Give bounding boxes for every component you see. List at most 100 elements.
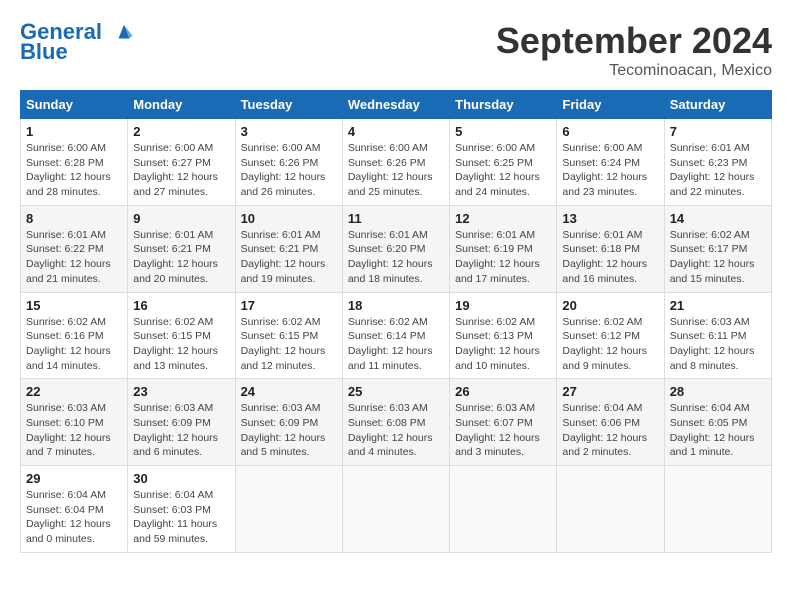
calendar-cell: 11Sunrise: 6:01 AM Sunset: 6:20 PM Dayli…: [342, 205, 449, 292]
day-info: Sunrise: 6:04 AM Sunset: 6:03 PM Dayligh…: [133, 488, 229, 547]
header-tuesday: Tuesday: [235, 91, 342, 119]
calendar-cell: 12Sunrise: 6:01 AM Sunset: 6:19 PM Dayli…: [450, 205, 557, 292]
calendar-cell: [450, 466, 557, 553]
calendar-cell: 1 Sunrise: 6:00 AM Sunset: 6:28 PM Daylig…: [21, 119, 128, 206]
calendar-cell: 15 Sunrise: 6:02 AM Sunset: 6:16 PM Dayli…: [21, 292, 128, 379]
calendar-cell: 18Sunrise: 6:02 AM Sunset: 6:14 PM Dayli…: [342, 292, 449, 379]
calendar-cell: 7 Sunrise: 6:01 AM Sunset: 6:23 PM Daylig…: [664, 119, 771, 206]
calendar-cell: 20 Sunrise: 6:02 AM Sunset: 6:12 PM Dayli…: [557, 292, 664, 379]
day-number: 13: [562, 211, 658, 226]
day-info: Sunrise: 6:01 AM Sunset: 6:21 PM Dayligh…: [133, 228, 229, 287]
calendar-cell: 6 Sunrise: 6:00 AM Sunset: 6:24 PM Daylig…: [557, 119, 664, 206]
calendar-table: SundayMondayTuesdayWednesdayThursdayFrid…: [20, 90, 772, 553]
day-info: Sunrise: 6:00 AM Sunset: 6:28 PM Dayligh…: [26, 141, 122, 200]
day-number: 27: [562, 384, 658, 399]
day-number: 22: [26, 384, 122, 399]
week-row-3: 15 Sunrise: 6:02 AM Sunset: 6:16 PM Dayli…: [21, 292, 772, 379]
calendar-cell: 3Sunrise: 6:00 AM Sunset: 6:26 PM Daylig…: [235, 119, 342, 206]
day-info: Sunrise: 6:04 AM Sunset: 6:05 PM Dayligh…: [670, 401, 766, 460]
month-title: September 2024: [496, 20, 772, 62]
calendar-cell: 23Sunrise: 6:03 AM Sunset: 6:09 PM Dayli…: [128, 379, 235, 466]
day-number: 30: [133, 471, 229, 486]
day-number: 7: [670, 124, 766, 139]
calendar-cell: 28Sunrise: 6:04 AM Sunset: 6:05 PM Dayli…: [664, 379, 771, 466]
calendar-cell: 21 Sunrise: 6:03 AM Sunset: 6:11 PM Dayli…: [664, 292, 771, 379]
day-info: Sunrise: 6:01 AM Sunset: 6:21 PM Dayligh…: [241, 228, 337, 287]
day-info: Sunrise: 6:01 AM Sunset: 6:22 PM Dayligh…: [26, 228, 122, 287]
day-info: Sunrise: 6:02 AM Sunset: 6:15 PM Dayligh…: [241, 315, 337, 374]
calendar-cell: [557, 466, 664, 553]
day-number: 10: [241, 211, 337, 226]
header-saturday: Saturday: [664, 91, 771, 119]
day-info: Sunrise: 6:02 AM Sunset: 6:17 PM Dayligh…: [670, 228, 766, 287]
calendar-cell: 4 Sunrise: 6:00 AM Sunset: 6:26 PM Daylig…: [342, 119, 449, 206]
day-number: 17: [241, 298, 337, 313]
day-info: Sunrise: 6:00 AM Sunset: 6:24 PM Dayligh…: [562, 141, 658, 200]
calendar-cell: 19 Sunrise: 6:02 AM Sunset: 6:13 PM Dayli…: [450, 292, 557, 379]
week-row-4: 22Sunrise: 6:03 AM Sunset: 6:10 PM Dayli…: [21, 379, 772, 466]
day-number: 5: [455, 124, 551, 139]
day-info: Sunrise: 6:04 AM Sunset: 6:06 PM Dayligh…: [562, 401, 658, 460]
header-sunday: Sunday: [21, 91, 128, 119]
day-info: Sunrise: 6:02 AM Sunset: 6:12 PM Dayligh…: [562, 315, 658, 374]
calendar-cell: 30 Sunrise: 6:04 AM Sunset: 6:03 PM Dayli…: [128, 466, 235, 553]
calendar-cell: [235, 466, 342, 553]
calendar-cell: 9 Sunrise: 6:01 AM Sunset: 6:21 PM Daylig…: [128, 205, 235, 292]
day-info: Sunrise: 6:01 AM Sunset: 6:18 PM Dayligh…: [562, 228, 658, 287]
calendar-cell: [342, 466, 449, 553]
day-number: 4: [348, 124, 444, 139]
header-friday: Friday: [557, 91, 664, 119]
day-number: 16: [133, 298, 229, 313]
day-info: Sunrise: 6:03 AM Sunset: 6:11 PM Dayligh…: [670, 315, 766, 374]
day-info: Sunrise: 6:03 AM Sunset: 6:09 PM Dayligh…: [133, 401, 229, 460]
page-header: General Blue September 2024 Tecominoacan…: [20, 20, 772, 80]
day-number: 29: [26, 471, 122, 486]
day-info: Sunrise: 6:01 AM Sunset: 6:19 PM Dayligh…: [455, 228, 551, 287]
day-number: 25: [348, 384, 444, 399]
header-monday: Monday: [128, 91, 235, 119]
calendar-cell: 25Sunrise: 6:03 AM Sunset: 6:08 PM Dayli…: [342, 379, 449, 466]
calendar-cell: 27 Sunrise: 6:04 AM Sunset: 6:06 PM Dayli…: [557, 379, 664, 466]
location-title: Tecominoacan, Mexico: [496, 62, 772, 80]
calendar-cell: 10 Sunrise: 6:01 AM Sunset: 6:21 PM Dayli…: [235, 205, 342, 292]
week-row-2: 8 Sunrise: 6:01 AM Sunset: 6:22 PM Daylig…: [21, 205, 772, 292]
day-number: 14: [670, 211, 766, 226]
calendar-cell: 2 Sunrise: 6:00 AM Sunset: 6:27 PM Daylig…: [128, 119, 235, 206]
calendar-cell: 24Sunrise: 6:03 AM Sunset: 6:09 PM Dayli…: [235, 379, 342, 466]
day-info: Sunrise: 6:02 AM Sunset: 6:14 PM Dayligh…: [348, 315, 444, 374]
calendar-cell: 22Sunrise: 6:03 AM Sunset: 6:10 PM Dayli…: [21, 379, 128, 466]
day-number: 8: [26, 211, 122, 226]
day-number: 15: [26, 298, 122, 313]
day-info: Sunrise: 6:02 AM Sunset: 6:13 PM Dayligh…: [455, 315, 551, 374]
day-number: 19: [455, 298, 551, 313]
calendar-body: 1 Sunrise: 6:00 AM Sunset: 6:28 PM Daylig…: [21, 119, 772, 553]
calendar-cell: 5 Sunrise: 6:00 AM Sunset: 6:25 PM Daylig…: [450, 119, 557, 206]
day-info: Sunrise: 6:01 AM Sunset: 6:23 PM Dayligh…: [670, 141, 766, 200]
day-number: 20: [562, 298, 658, 313]
day-info: Sunrise: 6:04 AM Sunset: 6:04 PM Dayligh…: [26, 488, 122, 547]
title-area: September 2024 Tecominoacan, Mexico: [496, 20, 772, 80]
calendar-cell: 13 Sunrise: 6:01 AM Sunset: 6:18 PM Dayli…: [557, 205, 664, 292]
day-info: Sunrise: 6:00 AM Sunset: 6:27 PM Dayligh…: [133, 141, 229, 200]
day-number: 2: [133, 124, 229, 139]
week-row-5: 29 Sunrise: 6:04 AM Sunset: 6:04 PM Dayli…: [21, 466, 772, 553]
header-wednesday: Wednesday: [342, 91, 449, 119]
day-info: Sunrise: 6:00 AM Sunset: 6:26 PM Dayligh…: [348, 141, 444, 200]
day-number: 11: [348, 211, 444, 226]
week-row-1: 1 Sunrise: 6:00 AM Sunset: 6:28 PM Daylig…: [21, 119, 772, 206]
day-info: Sunrise: 6:02 AM Sunset: 6:16 PM Dayligh…: [26, 315, 122, 374]
day-info: Sunrise: 6:02 AM Sunset: 6:15 PM Dayligh…: [133, 315, 229, 374]
day-number: 3: [241, 124, 337, 139]
calendar-cell: [664, 466, 771, 553]
day-number: 21: [670, 298, 766, 313]
day-info: Sunrise: 6:00 AM Sunset: 6:25 PM Dayligh…: [455, 141, 551, 200]
day-number: 9: [133, 211, 229, 226]
calendar-header-row: SundayMondayTuesdayWednesdayThursdayFrid…: [21, 91, 772, 119]
day-number: 24: [241, 384, 337, 399]
header-thursday: Thursday: [450, 91, 557, 119]
day-number: 6: [562, 124, 658, 139]
day-number: 26: [455, 384, 551, 399]
logo: General Blue: [20, 20, 138, 64]
calendar-cell: 8 Sunrise: 6:01 AM Sunset: 6:22 PM Daylig…: [21, 205, 128, 292]
day-number: 1: [26, 124, 122, 139]
